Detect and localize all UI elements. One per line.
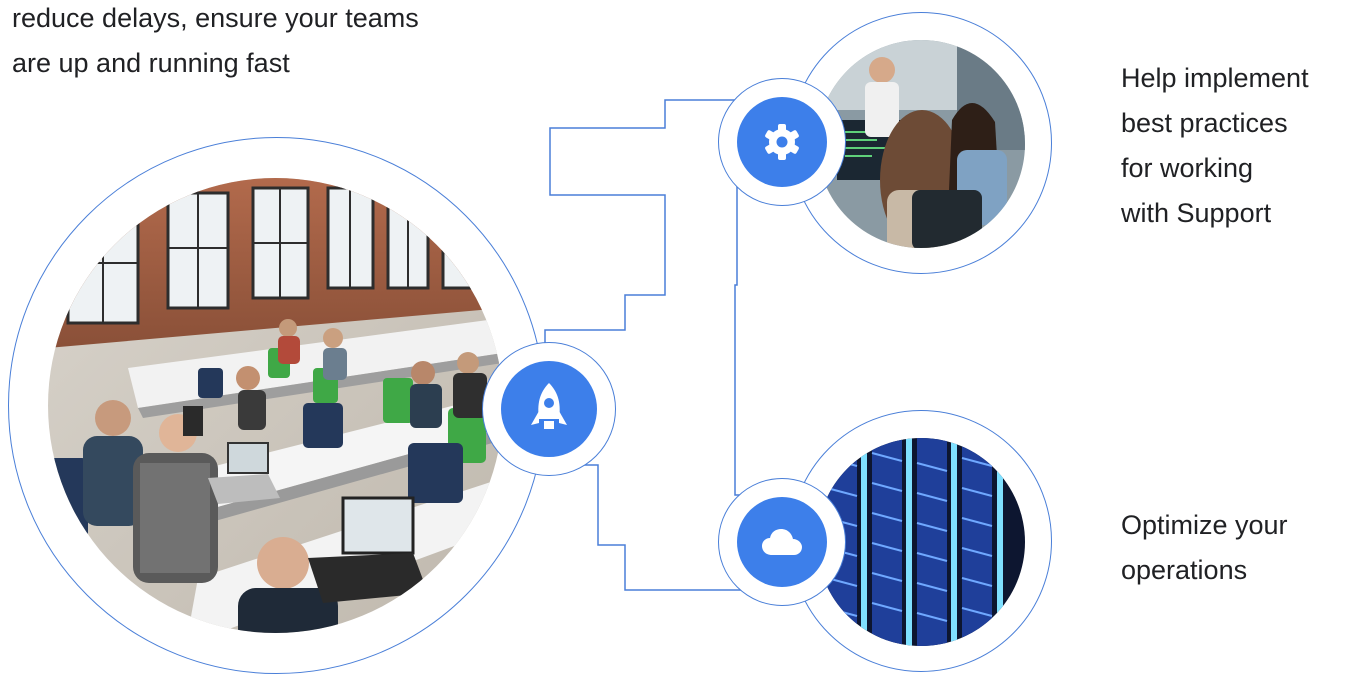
cloud-badge-fill <box>737 497 827 587</box>
servers-photo <box>817 438 1025 646</box>
feature-1-line-2: best practices <box>1121 108 1288 138</box>
feature-1-line-1: Help implement <box>1121 63 1309 93</box>
feature-2-line-1: Optimize your <box>1121 510 1288 540</box>
gear-badge-fill <box>737 97 827 187</box>
feature-optimize: Optimize your operations <box>1121 503 1359 593</box>
feature-1-line-3: for working <box>1121 153 1254 183</box>
rocket-icon <box>531 383 567 429</box>
rocket-badge-fill <box>501 361 597 457</box>
cloud-badge <box>718 478 846 606</box>
gear-badge <box>718 78 846 206</box>
cloud-icon <box>762 529 802 555</box>
office-photo <box>48 178 503 633</box>
feature-2-line-2: operations <box>1121 555 1248 585</box>
feature-best-practices: Help implement best practices for workin… <box>1121 56 1359 236</box>
team-photo <box>817 40 1025 248</box>
feature-1-line-4: with Support <box>1121 198 1272 228</box>
rocket-badge <box>482 342 616 476</box>
gear-icon <box>765 124 799 160</box>
